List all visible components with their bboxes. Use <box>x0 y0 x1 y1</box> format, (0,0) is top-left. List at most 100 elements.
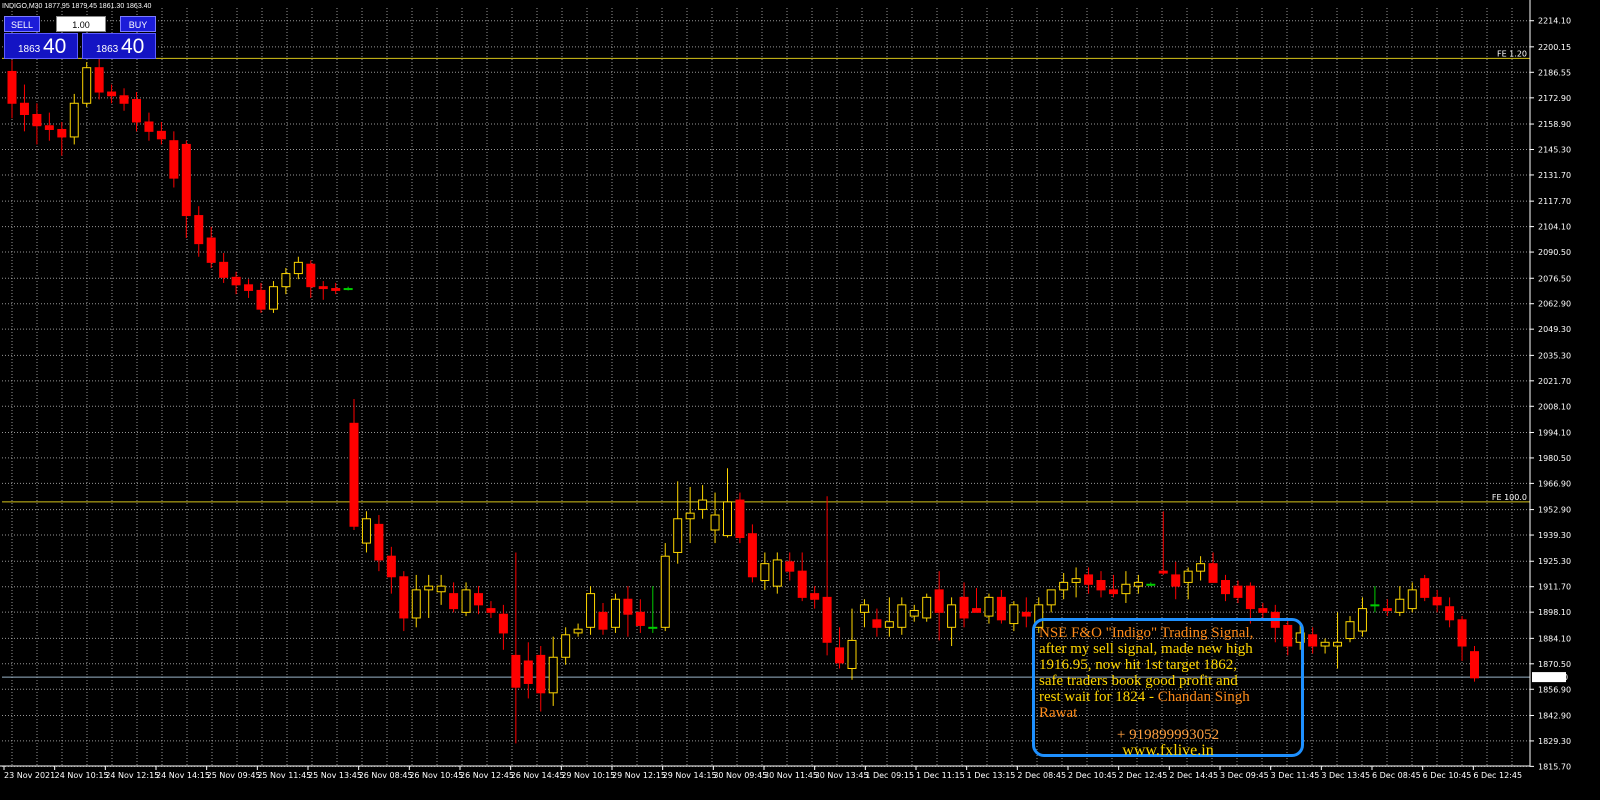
candle-body <box>1233 585 1243 598</box>
y-tick-label: 1898.10 <box>1538 608 1571 617</box>
candle-body <box>1457 619 1467 647</box>
sell-price-button[interactable]: 1863 40 <box>4 33 78 59</box>
y-tick-label: 1939.30 <box>1538 531 1571 540</box>
x-tick-label: 26 Nov 08:45 <box>359 771 413 780</box>
candle-body <box>374 523 384 561</box>
candle-body <box>996 596 1006 621</box>
one-click-trading-panel: SELL 1.00 BUY 1863 40 1863 40 <box>4 16 156 59</box>
candle-body <box>847 639 857 669</box>
y-tick-label: 2131.70 <box>1538 171 1571 180</box>
current-price-label: 1863.40 <box>1535 673 1568 682</box>
x-tick-label: 2 Dec 10:45 <box>1068 771 1117 780</box>
candle-body <box>1021 611 1031 617</box>
sell-price-small: 1863 <box>18 44 41 55</box>
candle-body <box>244 284 254 291</box>
candle-body <box>107 91 117 97</box>
candle-body <box>1258 608 1268 613</box>
candle-body <box>536 654 546 694</box>
note-line-6: Rawat <box>1039 705 1078 721</box>
candle-body <box>1096 580 1106 591</box>
candle-body <box>194 215 204 245</box>
candle-body <box>331 288 341 291</box>
candle-body <box>623 598 633 615</box>
candle-body <box>399 576 409 619</box>
candle-body <box>1133 581 1143 587</box>
candle-body <box>735 499 745 538</box>
y-tick-label: 1925.30 <box>1538 557 1571 566</box>
candle-body <box>822 596 832 643</box>
candle-body <box>349 422 359 527</box>
candle-body <box>511 654 521 688</box>
level-label: FE 1.20 <box>1497 49 1527 58</box>
candle-body <box>934 589 944 613</box>
candle-body <box>1345 621 1355 640</box>
candle-body <box>972 608 981 613</box>
candle-body <box>573 628 583 634</box>
buy-price-small: 1863 <box>96 44 119 55</box>
candle <box>586 586 596 635</box>
candle-body <box>231 276 241 286</box>
candle-body <box>1059 581 1069 591</box>
candle-body <box>884 621 894 628</box>
candle-body <box>219 261 229 278</box>
x-tick-label: 24 Nov 14:15 <box>156 771 210 780</box>
candle-body <box>1183 570 1193 583</box>
y-tick-label: 2090.50 <box>1538 248 1571 257</box>
candle-body <box>1071 578 1081 583</box>
buy-price-button[interactable]: 1863 40 <box>82 33 156 59</box>
sell-tab-button[interactable]: SELL <box>4 16 40 32</box>
candle-body <box>181 143 191 217</box>
candle <box>610 593 620 633</box>
candle-body <box>1445 606 1455 621</box>
x-tick-label: 1 Dec 11:15 <box>916 771 965 780</box>
y-tick-label: 2158.90 <box>1538 120 1571 129</box>
candle <box>922 593 932 622</box>
candle-body <box>872 619 882 628</box>
y-tick-label: 1829.30 <box>1538 737 1571 746</box>
candle-body <box>673 518 683 553</box>
x-tick-label: 3 Dec 11:45 <box>1271 771 1320 780</box>
note-line-5b: Chandan Singh <box>1157 689 1250 705</box>
candle-body <box>835 647 845 664</box>
y-tick-label: 2104.10 <box>1538 223 1571 232</box>
note-phone: + 919899993052 <box>1116 727 1220 743</box>
candle-body <box>293 261 303 275</box>
candle-body <box>1470 651 1479 679</box>
y-tick-label: 2035.30 <box>1538 351 1571 360</box>
candle-body <box>1320 641 1330 647</box>
lot-size-input[interactable]: 1.00 <box>56 16 106 32</box>
x-tick-label: 24 Nov 10:15 <box>55 771 109 780</box>
candle-body <box>144 121 154 132</box>
candle-body <box>698 499 708 510</box>
candle-body <box>7 70 17 104</box>
candle-body <box>660 555 670 628</box>
buy-tab-button[interactable]: BUY <box>120 16 156 32</box>
candle-body <box>859 604 869 613</box>
candle-body <box>586 593 596 628</box>
y-tick-label: 1994.10 <box>1538 428 1571 437</box>
candle-body <box>922 596 932 619</box>
y-tick-label: 1911.70 <box>1538 583 1571 592</box>
x-tick-label: 26 Nov 10:45 <box>409 771 463 780</box>
y-tick-label: 2076.50 <box>1538 274 1571 283</box>
x-tick-label: 1 Dec 13:15 <box>967 771 1016 780</box>
chart-background <box>0 0 1600 800</box>
candle-body <box>785 561 795 572</box>
x-tick-label: 2 Dec 08:45 <box>1017 771 1066 780</box>
y-tick-label: 1856.90 <box>1538 685 1571 694</box>
signal-note-box: NSE F&O "Indigo" Trading Signal, after m… <box>1032 618 1304 759</box>
x-tick-label: 30 Nov 11:45 <box>764 771 818 780</box>
candle-body <box>411 589 421 619</box>
y-tick-label: 1952.90 <box>1538 506 1571 515</box>
candle-body <box>1420 578 1430 598</box>
candle-body <box>281 273 291 288</box>
note-line-5a: rest wait for 1824 - <box>1039 689 1158 705</box>
candle-body <box>1357 608 1367 632</box>
candle-body <box>156 130 166 140</box>
candle-body <box>772 559 782 587</box>
x-tick-label: 25 Nov 11:45 <box>257 771 311 780</box>
candle-body <box>461 589 471 613</box>
candle-body <box>635 611 645 626</box>
candle-body <box>1108 589 1118 595</box>
candle-body <box>44 125 54 130</box>
